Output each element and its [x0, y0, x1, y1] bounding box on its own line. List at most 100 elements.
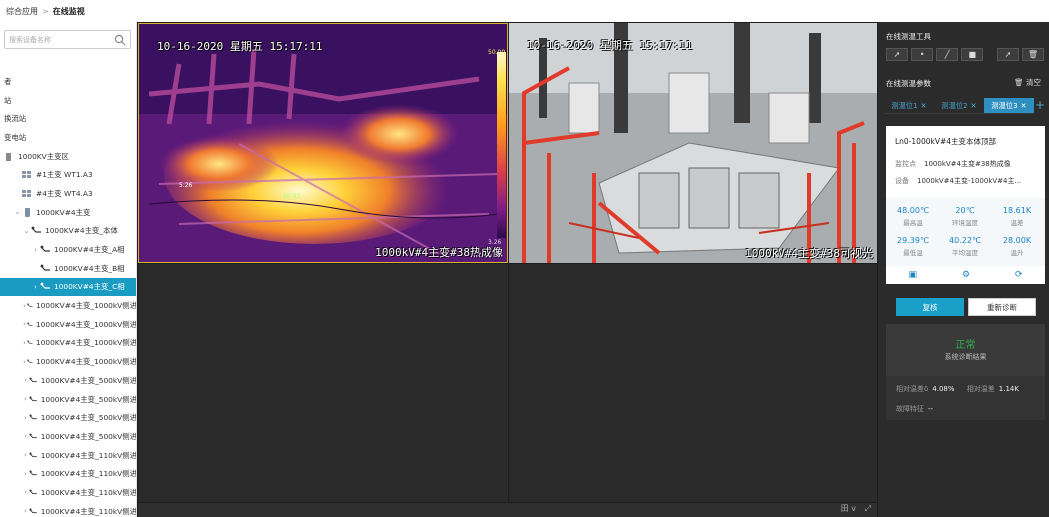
tree-node-label: 1000KV#4主变_500kV侧进: [40, 413, 137, 423]
point-icon: •: [919, 50, 925, 59]
chevron-right-icon[interactable]: ›: [22, 488, 29, 496]
refresh-icon[interactable]: ⟳: [1015, 270, 1023, 280]
tree-node-label: 1000KV#4主变_1000kV侧进: [35, 338, 137, 348]
tree-node[interactable]: #4主变 WT4.A3: [0, 184, 136, 203]
tree-node[interactable]: › 1000KV#4主变_500kV侧进: [0, 408, 137, 427]
gear-icon[interactable]: ⚙: [962, 270, 970, 280]
rel-temp-key: 相对温差: [966, 385, 995, 393]
tree-node[interactable]: › 1000KV#4主变_A相: [0, 240, 136, 259]
review-button[interactable]: 复核: [896, 298, 964, 316]
tree-node[interactable]: 站: [0, 91, 136, 110]
chevron-right-icon[interactable]: ›: [31, 246, 40, 254]
stat-value: 18.61K: [1002, 206, 1032, 215]
stat-value: 20℃: [955, 206, 975, 215]
rel-diff-key: 相对温差δ: [896, 385, 929, 393]
thermal-camera-view[interactable]: 10-16-2020 星期五 15:17:11 1000kV#4主变#38热成像…: [138, 23, 508, 263]
stat-label: 温差: [1010, 219, 1024, 227]
tree-node[interactable]: › 1000KV#4主变_C相: [0, 277, 136, 297]
tree-node[interactable]: 1000KV#4主变_B相: [0, 259, 136, 278]
tab-measure-1[interactable]: 测温位1 ✕: [884, 98, 934, 114]
tree-node[interactable]: › 1000KV#4主变_110kV侧进: [0, 464, 136, 483]
tree-node[interactable]: 者: [0, 72, 136, 91]
point-tool-button[interactable]: •: [911, 48, 934, 61]
empty-video-slot-4[interactable]: [509, 264, 877, 502]
tree-node[interactable]: › 1000KV#4主变_500kV侧进: [0, 371, 137, 390]
tree-node[interactable]: › 1000KV#4主变_110kV侧进: [0, 483, 136, 502]
result-status: 正常: [955, 340, 976, 351]
chevron-right-icon[interactable]: ›: [22, 376, 29, 384]
chevron-right-icon[interactable]: ›: [22, 451, 29, 459]
visible-camera-view[interactable]: 10-16-2020 星期五 15:17:11 1000kV#4主变#38可视光: [509, 23, 877, 263]
chevron-right-icon[interactable]: ›: [31, 283, 40, 291]
select-tool-button[interactable]: ➚: [996, 48, 1019, 61]
tree-node[interactable]: › 1000KV#4主变_500kV侧进: [0, 427, 137, 446]
line-tool-button[interactable]: ╱: [936, 48, 959, 61]
tree-node[interactable]: › 1000KV#4主变_1000kV侧进: [0, 352, 136, 371]
rediagnose-button[interactable]: 重新诊断: [968, 298, 1036, 316]
measure-toolbar: ➚ • ╱ ■ ➚ 🗑: [886, 48, 1045, 61]
fullscreen-icon[interactable]: ⤢: [865, 504, 871, 513]
probe-icon: [40, 283, 50, 290]
tree-node[interactable]: › 1000KV#4主变_500kV侧进: [0, 390, 137, 409]
stat-value: 28.00K: [1002, 236, 1032, 245]
tree-node-label: 1000KV#4主变_A相: [54, 245, 125, 255]
chevron-down-icon[interactable]: ⌄: [22, 227, 31, 235]
tree-node[interactable]: ⌄ 1000KV#4主变_本体: [0, 222, 136, 241]
tree-node-label: 1000KV#4主变_500kV侧进: [40, 375, 137, 385]
stat-max-temp: 48.00℃ 最高温: [890, 206, 936, 227]
tree-node[interactable]: › 1000KV#4主变_1000kV侧进: [0, 296, 136, 315]
grid-layout-icon[interactable]: 田 v: [841, 504, 856, 513]
close-icon[interactable]: ✕: [921, 101, 927, 110]
pointer-icon: ➚: [893, 50, 901, 59]
probe-icon: [29, 489, 37, 495]
tree-node[interactable]: › 1000KV#4主变_110kV侧进: [0, 446, 136, 465]
chevron-right-icon[interactable]: ›: [22, 395, 29, 403]
search-placeholder: 搜索设备名称: [9, 35, 51, 44]
tree-node-label: 1000KV#4主变_500kV侧进: [40, 431, 137, 441]
tree-node[interactable]: › 1000KV#4主变_1000kV侧进: [0, 315, 136, 334]
tree-node[interactable]: 换流站: [0, 109, 136, 128]
chevron-right-icon[interactable]: ›: [22, 432, 29, 440]
breadcrumb-parent[interactable]: 综合应用: [6, 6, 38, 17]
fault-value: --: [928, 405, 934, 413]
tree-node[interactable]: › 1000KV#4主变_110kV侧进: [0, 502, 136, 517]
search-input[interactable]: 搜索设备名称: [4, 30, 131, 49]
grid-device-icon: [22, 189, 31, 197]
close-icon[interactable]: ✕: [1021, 101, 1027, 110]
card-actions: ▣ ⚙ ⟳: [886, 266, 1045, 284]
trash-icon: 🗑: [1027, 50, 1039, 59]
tree-node[interactable]: 1000KV主变区: [0, 147, 136, 166]
thermal-image: [139, 24, 507, 262]
probe-icon: [29, 414, 37, 420]
tree-node-label: 1000KV#4主变_500kV侧进: [40, 394, 137, 404]
delete-tool-button[interactable]: 🗑: [1021, 48, 1045, 61]
monitor-key: 监控点: [895, 160, 916, 168]
empty-video-slot-3[interactable]: [138, 264, 508, 502]
rect-tool-button[interactable]: ■: [961, 48, 984, 61]
stat-value: 29.39℃: [897, 236, 929, 245]
params-title: 在线测温参数: [886, 79, 931, 88]
breadcrumb: 综合应用 > 在线监视: [0, 0, 1049, 22]
image-icon[interactable]: ▣: [908, 270, 917, 280]
device-tree: 者站换流站 变电站 1000KV主变区 #1主变 WT1.A3 #4主变 WT4.A3 ⌄…: [0, 72, 137, 517]
line-icon: ╱: [944, 50, 950, 59]
tree-node-label: #1主变 WT1.A3: [36, 170, 93, 180]
chevron-right-icon[interactable]: ›: [22, 507, 29, 515]
tab-measure-2[interactable]: 测温位2 ✕: [934, 98, 984, 114]
tree-node[interactable]: 变电站: [0, 128, 136, 147]
probe-icon: [40, 245, 50, 252]
search-icon[interactable]: [114, 34, 126, 46]
chevron-right-icon[interactable]: ›: [22, 470, 29, 478]
chevron-right-icon[interactable]: ›: [22, 414, 29, 422]
pointer-tool-button[interactable]: ➚: [886, 48, 909, 61]
clear-button[interactable]: 🗑 清空: [1014, 77, 1041, 88]
close-icon[interactable]: ✕: [971, 101, 977, 110]
tree-node[interactable]: › 1000KV#4主变_1000kV侧进: [0, 334, 137, 353]
probe-icon: [27, 359, 33, 363]
tree-node[interactable]: #1主变 WT1.A3: [0, 165, 136, 184]
video-grid: 10-16-2020 星期五 15:17:11 1000kV#4主变#38热成像…: [137, 22, 878, 517]
chevron-down-icon[interactable]: ⌄: [13, 208, 22, 216]
tab-measure-3[interactable]: 测温位3 ✕: [984, 98, 1034, 114]
add-tab-icon[interactable]: +: [1034, 98, 1046, 114]
tree-node[interactable]: ⌄ 1000KV#4主变: [0, 203, 136, 222]
